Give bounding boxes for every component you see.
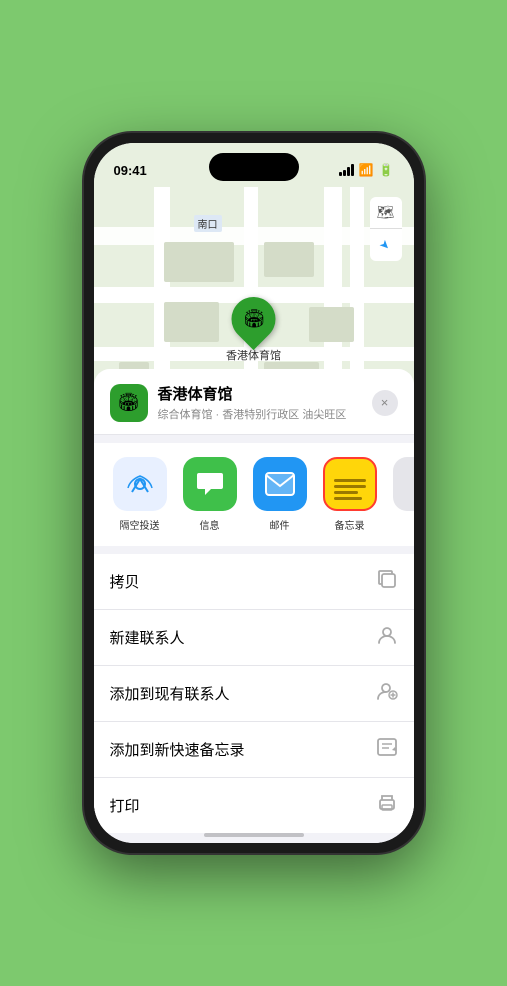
action-add-existing[interactable]: 添加到现有联系人 — [94, 666, 414, 722]
airdrop-icon — [126, 470, 154, 498]
sheet-header: 🏟 香港体育馆 综合体育馆 · 香港特别行政区 油尖旺区 × — [94, 369, 414, 435]
messages-icon-container — [183, 457, 237, 511]
close-icon: × — [381, 395, 389, 410]
status-time: 09:41 — [114, 163, 147, 178]
share-more[interactable]: 推 — [390, 457, 414, 532]
share-notes[interactable]: 备忘录 — [320, 457, 380, 532]
messages-label: 信息 — [200, 517, 220, 532]
action-quick-note[interactable]: 添加到新快速备忘录 — [94, 722, 414, 778]
signal-bars-icon — [339, 164, 354, 176]
marker-pin: 🏟 — [222, 288, 284, 350]
mail-icon — [265, 472, 295, 496]
location-button[interactable]: ➤ — [370, 229, 402, 261]
notes-label: 备忘录 — [335, 517, 365, 532]
share-airdrop[interactable]: 隔空投送 — [110, 457, 170, 532]
person-add-icon — [376, 680, 398, 707]
dynamic-island — [209, 153, 299, 181]
note-icon — [376, 736, 398, 763]
action-new-contact[interactable]: 新建联系人 — [94, 610, 414, 666]
person-icon — [376, 624, 398, 651]
copy-icon — [376, 568, 398, 595]
action-print-label: 打印 — [110, 795, 140, 816]
action-quick-note-label: 添加到新快速备忘录 — [110, 739, 245, 760]
printer-icon — [376, 792, 398, 819]
venue-icon: 🏟 — [110, 384, 148, 422]
notes-icon-container — [323, 457, 377, 511]
share-messages[interactable]: 信息 — [180, 457, 240, 532]
venue-subtitle: 综合体育馆 · 香港特别行政区 油尖旺区 — [158, 406, 362, 422]
airdrop-label: 隔空投送 — [120, 517, 160, 532]
status-bar: 09:41 📶 🔋 — [94, 143, 414, 187]
location-arrow-icon: ➤ — [377, 236, 394, 253]
phone-screen: 09:41 📶 🔋 — [94, 143, 414, 843]
mail-icon-container — [253, 457, 307, 511]
venue-name: 香港体育馆 — [158, 383, 362, 404]
map-label-nankou: 南口 — [194, 215, 222, 232]
action-copy[interactable]: 拷贝 — [94, 554, 414, 610]
more-icon-container — [393, 457, 414, 511]
map-controls: 🗺 ➤ — [370, 197, 402, 261]
share-mail[interactable]: 邮件 — [250, 457, 310, 532]
messages-icon — [195, 469, 225, 499]
action-copy-label: 拷贝 — [110, 571, 140, 592]
wifi-icon: 📶 — [359, 163, 374, 177]
home-indicator — [204, 833, 304, 837]
share-row: 隔空投送 信息 — [94, 443, 414, 546]
map-view-button[interactable]: 🗺 — [370, 197, 402, 229]
venue-info: 香港体育馆 综合体育馆 · 香港特别行政区 油尖旺区 — [158, 383, 362, 422]
action-new-contact-label: 新建联系人 — [110, 627, 185, 648]
close-button[interactable]: × — [372, 390, 398, 416]
action-list: 拷贝 新建联系人 — [94, 554, 414, 833]
battery-icon: 🔋 — [379, 163, 394, 177]
action-print[interactable]: 打印 — [94, 778, 414, 833]
status-icons: 📶 🔋 — [339, 163, 394, 177]
venue-stadium-icon: 🏟 — [117, 392, 140, 413]
bottom-sheet: 🏟 香港体育馆 综合体育馆 · 香港特别行政区 油尖旺区 × — [94, 369, 414, 843]
stadium-icon: 🏟 — [242, 309, 265, 330]
map-marker: 🏟 香港体育馆 — [226, 297, 281, 363]
map-icon: 🗺 — [377, 204, 395, 221]
airdrop-icon-container — [113, 457, 167, 511]
action-add-existing-label: 添加到现有联系人 — [110, 683, 230, 704]
mail-label: 邮件 — [270, 517, 290, 532]
notes-lines — [328, 465, 372, 504]
phone-frame: 09:41 📶 🔋 — [84, 133, 424, 853]
